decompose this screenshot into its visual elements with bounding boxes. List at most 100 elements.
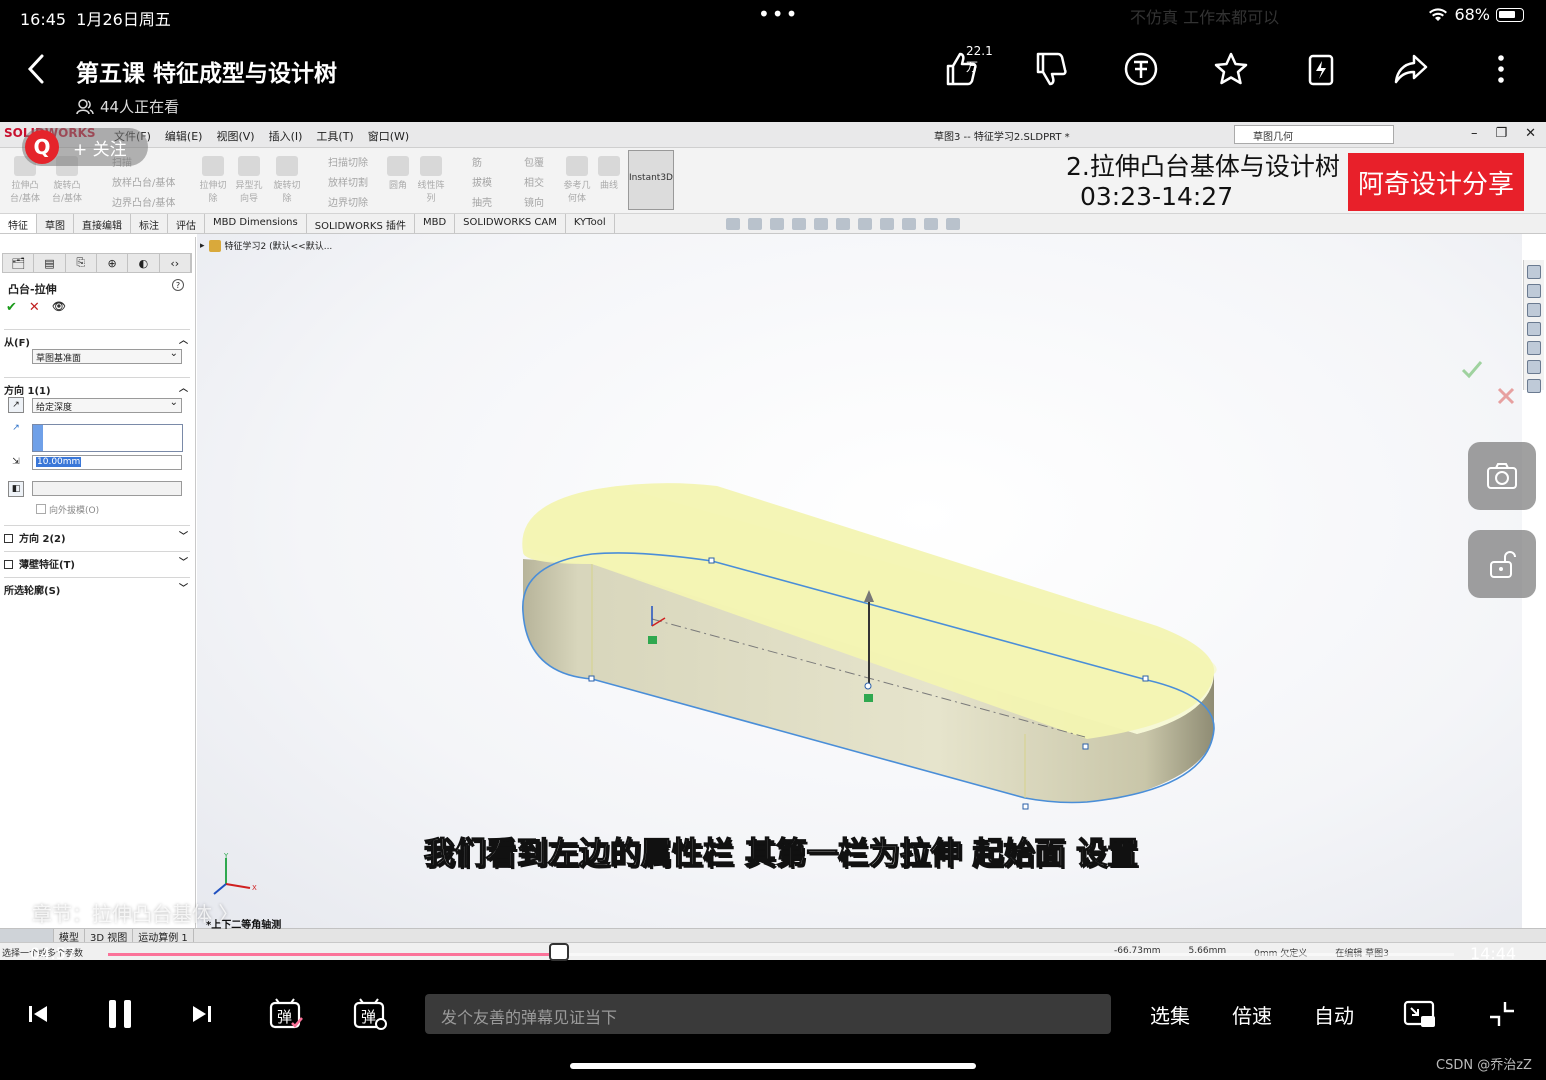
next-button[interactable] bbox=[182, 994, 222, 1034]
direction2-checkbox[interactable] bbox=[4, 534, 13, 543]
tab-sketch[interactable]: 草图 bbox=[37, 214, 74, 233]
fillet-button[interactable]: 圆角 bbox=[386, 156, 410, 191]
sketch-point[interactable] bbox=[708, 557, 715, 564]
expand-icon[interactable]: ▸ bbox=[200, 241, 205, 251]
menu-edit[interactable]: 编辑(E) bbox=[165, 128, 203, 144]
share-button[interactable] bbox=[1392, 50, 1430, 88]
collapse-icon[interactable]: ︿ bbox=[179, 381, 188, 394]
like-button[interactable]: 22.1万 bbox=[942, 44, 993, 88]
lock-screen-button[interactable] bbox=[1468, 530, 1536, 598]
view-orientation-icon[interactable] bbox=[836, 218, 850, 230]
display-style-icon[interactable] bbox=[858, 218, 872, 230]
instant3d-button[interactable]: Instant3D bbox=[628, 150, 674, 210]
tabs-scroll-icon[interactable]: ‹› bbox=[160, 254, 191, 272]
tab-mbd-dimensions[interactable]: MBD Dimensions bbox=[205, 214, 307, 233]
display-manager-tab-icon[interactable]: ◐ bbox=[128, 254, 160, 272]
design-library-icon[interactable] bbox=[1527, 303, 1541, 317]
danmu-settings-button[interactable]: 弹 bbox=[350, 994, 390, 1034]
hole-wizard-button[interactable]: 异型孔向导 bbox=[232, 156, 266, 204]
sketch-point[interactable] bbox=[588, 675, 595, 682]
menu-window[interactable]: 窗口(W) bbox=[368, 128, 409, 144]
uploader-avatar[interactable]: Q bbox=[25, 130, 59, 164]
zoom-fit-icon[interactable] bbox=[726, 218, 740, 230]
menu-tools[interactable]: 工具(T) bbox=[316, 128, 353, 144]
feature-tree-flyout[interactable]: ▸ 特征学习2 (默认<<默认... bbox=[200, 239, 332, 252]
custom-properties-icon[interactable] bbox=[1527, 379, 1541, 393]
help-icon[interactable]: ? bbox=[172, 279, 184, 291]
center-point[interactable] bbox=[864, 682, 872, 690]
reverse-direction-icon[interactable]: ↗ bbox=[8, 397, 24, 413]
curves-button[interactable]: 曲线 bbox=[596, 156, 622, 191]
draft-outward-checkbox[interactable]: 向外拔模(O) bbox=[36, 503, 99, 516]
direction-selection-box[interactable] bbox=[32, 424, 183, 452]
sketch-point[interactable] bbox=[1142, 675, 1149, 682]
config-manager-tab-icon[interactable]: ⎘ bbox=[66, 254, 97, 272]
back-icon[interactable] bbox=[22, 52, 52, 86]
ref-geometry-button[interactable]: 参考几何体 bbox=[560, 156, 594, 204]
follow-button[interactable]: Q + 关注 bbox=[22, 128, 148, 166]
minimize-icon[interactable]: – bbox=[1471, 126, 1478, 141]
confirm-corner-ok-icon[interactable] bbox=[1461, 361, 1483, 379]
sketch-point[interactable] bbox=[1082, 743, 1089, 750]
charge-button[interactable] bbox=[1302, 50, 1340, 88]
confirm-corner-cancel-icon[interactable] bbox=[1497, 387, 1515, 405]
end-condition-select[interactable]: 给定深度 bbox=[32, 397, 182, 413]
hide-show-icon[interactable] bbox=[880, 218, 894, 230]
draft-button[interactable]: 拔模 bbox=[472, 174, 492, 189]
view-settings-icon[interactable] bbox=[946, 218, 960, 230]
screenshot-button[interactable] bbox=[1468, 442, 1536, 510]
from-start-select[interactable]: 草图基准面 bbox=[32, 348, 182, 364]
loft-cut-button[interactable]: 放样切割 bbox=[328, 174, 368, 189]
sw-search-input[interactable]: 草图几何 bbox=[1234, 125, 1394, 144]
depth-input[interactable]: 10.00mm bbox=[32, 455, 182, 470]
wrap-button[interactable]: 包覆 bbox=[524, 154, 544, 169]
thin-feature-checkbox[interactable] bbox=[4, 560, 13, 569]
tab-addins[interactable]: SOLIDWORKS 插件 bbox=[307, 214, 415, 233]
ok-icon[interactable]: ✔ bbox=[6, 300, 17, 315]
menu-view[interactable]: 视图(V) bbox=[216, 128, 254, 144]
more-button[interactable] bbox=[1482, 50, 1520, 88]
dislike-button[interactable] bbox=[1032, 50, 1070, 88]
shell-button[interactable]: 抽壳 bbox=[472, 194, 492, 209]
loft-button[interactable]: 放样凸台/基体 bbox=[112, 174, 175, 189]
solidworks-resources-icon[interactable] bbox=[1527, 265, 1541, 279]
view-palette-icon[interactable] bbox=[1527, 341, 1541, 355]
tab-evaluate[interactable]: 评估 bbox=[168, 214, 205, 233]
favorite-button[interactable] bbox=[1212, 50, 1250, 88]
boundary-boss-button[interactable]: 边界凸台/基体 bbox=[112, 194, 175, 209]
quality-auto-button[interactable]: 自动 bbox=[1314, 1000, 1354, 1029]
chapter-link[interactable]: 章节：拉伸凸台基体 〉 bbox=[32, 898, 238, 927]
direction1-section[interactable]: 方向 1(1) ︿ bbox=[4, 377, 190, 397]
previous-button[interactable] bbox=[18, 994, 58, 1034]
draft-icon[interactable]: ◧ bbox=[8, 481, 24, 497]
draft-angle-input[interactable] bbox=[32, 481, 182, 496]
edit-appearance-icon[interactable] bbox=[902, 218, 916, 230]
danmu-toggle-button[interactable]: 弹 bbox=[266, 994, 306, 1034]
tab-3d-view[interactable]: 3D 视图 bbox=[85, 929, 134, 944]
speed-button[interactable]: 倍速 bbox=[1232, 1000, 1272, 1029]
danmu-input[interactable]: 发个友善的弹幕见证当下 bbox=[425, 994, 1111, 1034]
close-icon[interactable]: ✕ bbox=[1525, 126, 1536, 141]
sketch-point[interactable] bbox=[1022, 803, 1029, 810]
mirror-button[interactable]: 镜向 bbox=[524, 194, 544, 209]
home-icon[interactable] bbox=[1527, 284, 1541, 298]
tab-features[interactable]: 特征 bbox=[0, 214, 37, 233]
section-view-icon[interactable] bbox=[792, 218, 806, 230]
from-section[interactable]: 从(F) ︿ bbox=[4, 329, 190, 349]
sweep-cut-button[interactable]: 扫描切除 bbox=[328, 154, 368, 169]
feature-manager-tab-icon[interactable]: 🗂 bbox=[3, 254, 35, 272]
menu-insert[interactable]: 插入(I) bbox=[269, 128, 303, 144]
rib-button[interactable]: 筋 bbox=[472, 154, 482, 169]
progress-knob-icon[interactable] bbox=[549, 943, 569, 961]
tab-cam[interactable]: SOLIDWORKS CAM bbox=[455, 214, 566, 233]
thin-feature-section[interactable]: 薄壁特征(T) ﹀ bbox=[4, 551, 190, 571]
tab-kytool[interactable]: KYTool bbox=[566, 214, 615, 233]
collapse-icon[interactable]: ︿ bbox=[179, 333, 188, 346]
property-manager-tab-icon[interactable]: ▤ bbox=[34, 254, 66, 272]
revolve-cut-button[interactable]: 旋转切除 bbox=[270, 156, 304, 204]
apply-scene-icon[interactable] bbox=[924, 218, 938, 230]
coin-button[interactable] bbox=[1122, 50, 1160, 88]
tab-direct-edit[interactable]: 直接编辑 bbox=[74, 214, 131, 233]
progress-bar[interactable] bbox=[0, 943, 1546, 961]
preview-eye-icon[interactable]: 👁 bbox=[52, 300, 66, 315]
